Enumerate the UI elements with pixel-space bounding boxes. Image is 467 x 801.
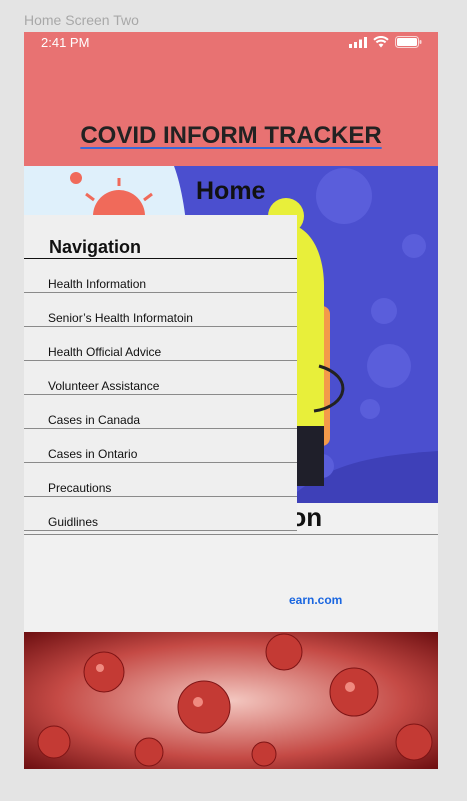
app-title: COVID INFORM TRACKER [80,122,382,149]
nav-item-seniors-health-information[interactable]: Senior’s Health Informatoin [24,293,297,327]
frame-label: Home Screen Two [24,12,139,28]
signal-icon [349,36,367,48]
nav-item-health-official-advice[interactable]: Health Official Advice [24,327,297,361]
information-link[interactable]: earn.com [289,593,342,607]
nav-item-cases-in-canada[interactable]: Cases in Canada [24,395,297,429]
app-header: 2:41 PM COVID INFORM TRACKER [24,32,438,166]
nav-item-cases-in-ontario[interactable]: Cases in Ontario [24,429,297,463]
status-time: 2:41 PM [41,35,90,50]
home-title: Home [196,177,266,205]
phone-screen: 2:41 PM COVID INFORM TRACKER Home earn.c… [24,32,438,769]
virus-banner-image [24,632,438,769]
nav-item-label: Volunteer Assistance [48,379,160,393]
status-icons [349,36,422,48]
information-divider [24,534,438,535]
nav-item-guidelines[interactable]: Guidlines [24,497,297,531]
navigation-title: Navigation [49,237,142,257]
nav-item-label: Health Information [48,277,147,291]
nav-item-label: Senior’s Health Informatoin [48,311,193,325]
nav-item-volunteer-assistance[interactable]: Volunteer Assistance [24,361,297,395]
nav-item-label: Precautions [48,481,112,495]
battery-icon [395,36,422,48]
wifi-icon [373,36,389,48]
navigation-drawer: Navigation Health Information Senior’s H… [24,215,297,533]
nav-item-precautions[interactable]: Precautions [24,463,297,497]
nav-item-label: Guidlines [48,515,99,529]
nav-item-label: Health Official Advice [48,345,162,359]
nav-item-label: Cases in Canada [48,413,141,427]
nav-item-health-information[interactable]: Health Information [24,259,297,293]
nav-item-label: Cases in Ontario [48,447,138,461]
